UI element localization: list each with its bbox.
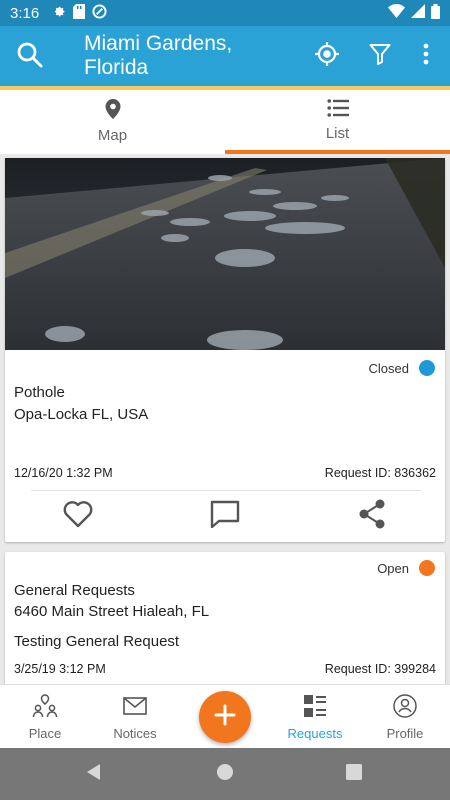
request-address: 6460 Main Street Hialeah, FL [14, 603, 210, 620]
nav-profile-label: Profile [386, 726, 424, 741]
place-people-icon [32, 693, 58, 722]
pothole-road-photo [5, 158, 445, 350]
view-tabs: Map List [0, 90, 450, 154]
request-category: General Requests [14, 582, 135, 599]
more-options-button[interactable] [414, 38, 438, 74]
filter-icon [369, 43, 391, 70]
comment-button[interactable] [207, 498, 243, 534]
request-description: Testing General Request [14, 633, 180, 650]
envelope-icon [122, 693, 148, 722]
battery-icon [431, 3, 440, 23]
back-icon [85, 763, 103, 786]
request-datetime: 12/16/20 1:32 PM [14, 466, 113, 480]
tab-list[interactable]: List [225, 90, 450, 154]
request-address: Opa-Locka FL, USA [14, 406, 149, 423]
tab-map[interactable]: Map [0, 90, 225, 154]
heart-icon [63, 500, 93, 533]
recents-icon [345, 763, 363, 786]
cell-signal-icon [411, 4, 425, 22]
status-bar: 3:16 [0, 0, 450, 26]
status-badge: Open [377, 560, 435, 576]
system-navigation-bar [0, 748, 450, 800]
sd-card-icon [73, 3, 86, 23]
nav-requests-label: Requests [287, 726, 343, 741]
app-bar: Miami Gardens, Florida [0, 26, 450, 90]
gear-icon [51, 4, 66, 23]
tab-map-label: Map [97, 127, 128, 144]
request-meta: 3/25/19 3:12 PM Request ID: 399284 [14, 662, 436, 676]
nav-notices-label: Notices [113, 726, 157, 741]
more-vert-icon [423, 43, 429, 70]
map-pin-icon [104, 98, 122, 124]
status-label: Open [377, 560, 409, 576]
nav-place[interactable]: Place [0, 693, 90, 745]
recents-button[interactable] [342, 762, 366, 786]
back-button[interactable] [82, 762, 106, 786]
home-icon [216, 763, 234, 786]
request-meta: 12/16/20 1:32 PM Request ID: 836362 [14, 466, 436, 480]
list-icon [326, 98, 349, 122]
location-title[interactable]: Miami Gardens, Florida [84, 32, 284, 80]
profile-icon [392, 693, 418, 722]
status-badge: Closed [369, 360, 435, 376]
search-button[interactable] [12, 40, 48, 74]
status-dot [419, 360, 435, 376]
my-location-icon [314, 41, 340, 72]
share-icon [358, 499, 386, 534]
request-list[interactable]: Closed Pothole Opa-Locka FL, USA 12/16/2… [0, 154, 450, 684]
nav-profile[interactable]: Profile [360, 693, 450, 745]
share-button[interactable] [354, 498, 390, 534]
tab-list-label: List [325, 125, 350, 142]
comment-icon [210, 500, 240, 533]
nav-requests[interactable]: Requests [270, 693, 360, 745]
request-card[interactable]: Closed Pothole Opa-Locka FL, USA 12/16/2… [5, 158, 445, 542]
my-location-button[interactable] [310, 38, 344, 74]
status-time: 3:16 [10, 4, 40, 22]
search-icon [16, 41, 44, 74]
new-request-button[interactable] [199, 691, 251, 743]
plus-icon [214, 704, 236, 731]
divider [31, 490, 421, 491]
wifi-icon [388, 4, 405, 22]
nav-place-label: Place [28, 726, 62, 741]
home-button[interactable] [213, 762, 237, 786]
request-id: Request ID: 836362 [324, 466, 436, 480]
nav-notices[interactable]: Notices [90, 693, 180, 745]
requests-list-icon [302, 693, 328, 722]
request-category: Pothole [14, 384, 65, 401]
status-label: Closed [368, 360, 409, 376]
request-card[interactable]: Open General Requests 6460 Main Street H… [5, 552, 445, 684]
status-dot [419, 560, 435, 576]
do-not-disturb-icon [92, 3, 107, 23]
request-id: Request ID: 399284 [324, 662, 436, 676]
filter-button[interactable] [364, 38, 396, 74]
like-button[interactable] [60, 498, 96, 534]
request-datetime: 3/25/19 3:12 PM [14, 662, 106, 676]
